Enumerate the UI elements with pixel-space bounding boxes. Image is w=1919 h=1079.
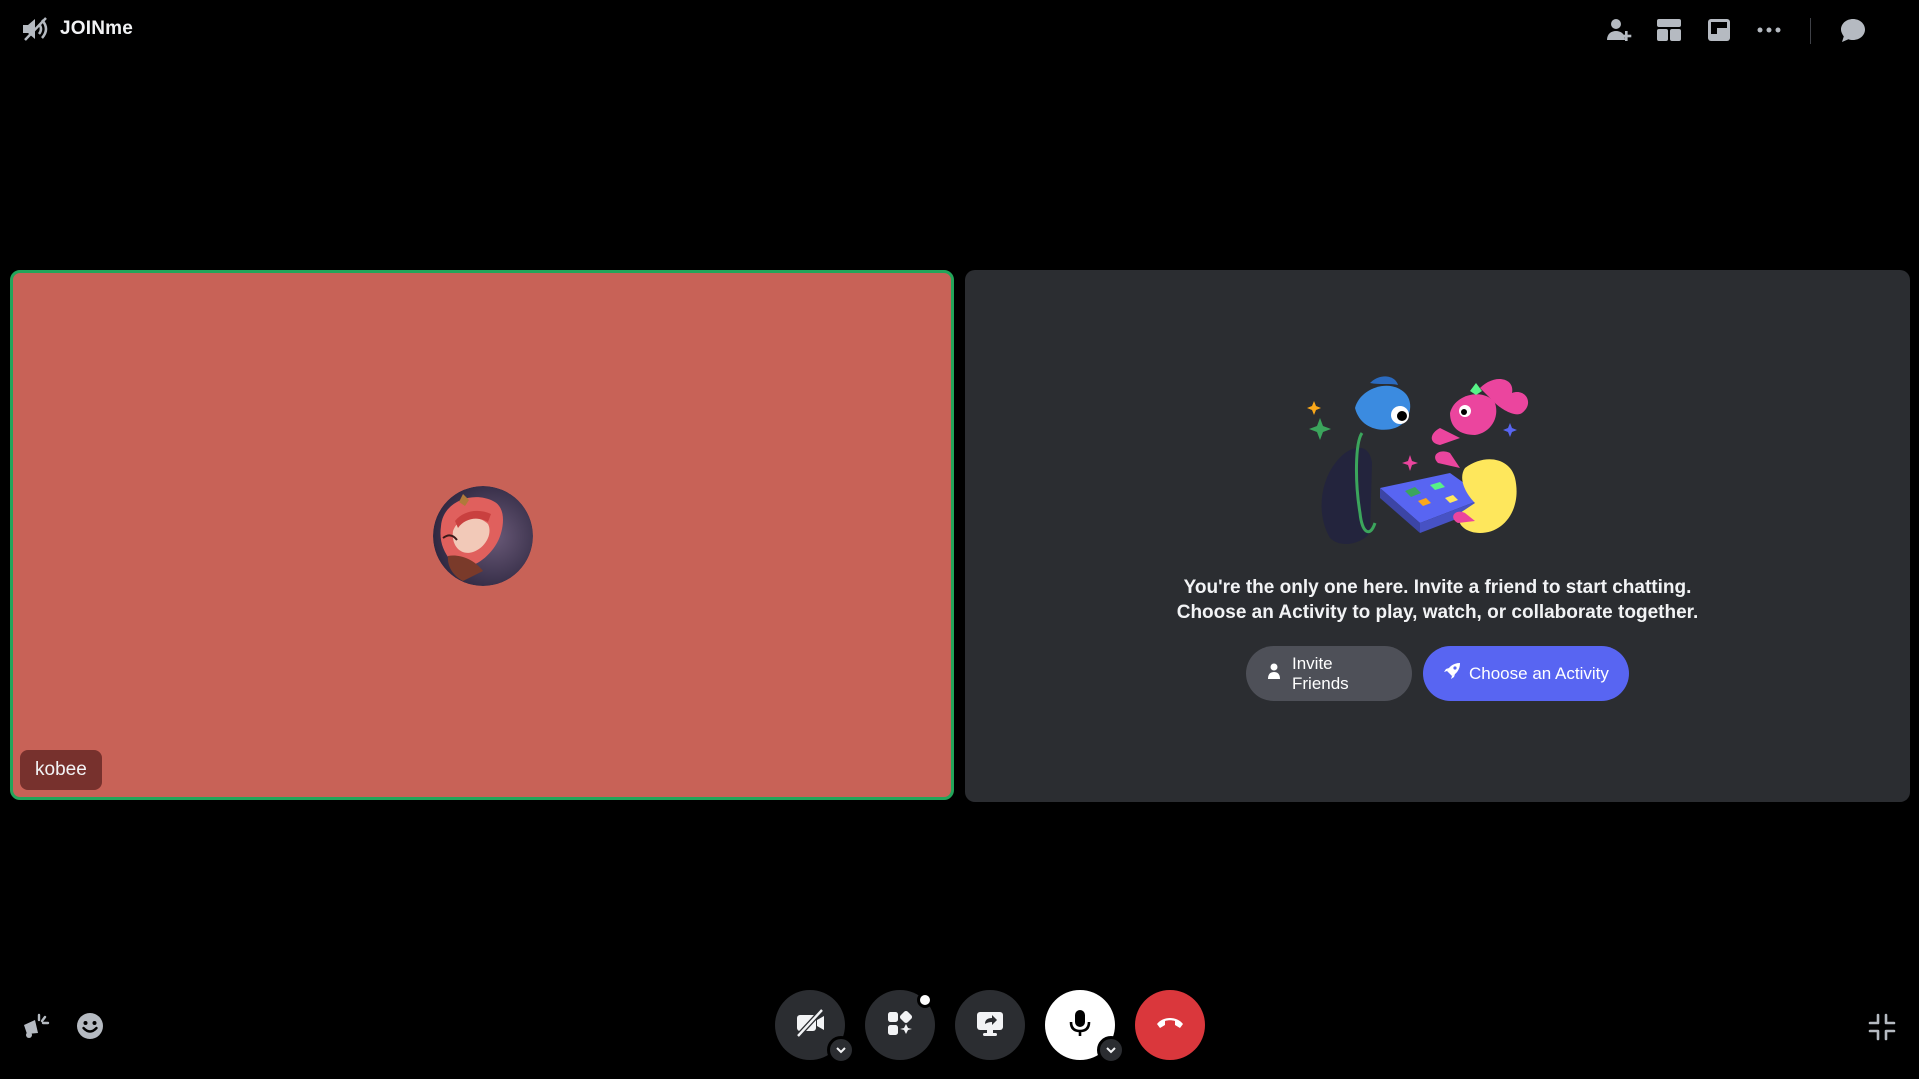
exit-fullscreen-icon[interactable]: [1865, 1010, 1899, 1044]
activities-button[interactable]: [865, 990, 935, 1060]
more-options-icon[interactable]: [1749, 10, 1789, 50]
header-divider: [1810, 18, 1811, 44]
activities-icon: [884, 1007, 916, 1044]
call-controls: [0, 990, 1919, 1064]
empty-state-line-1: You're the only one here. Invite a frien…: [1183, 577, 1692, 598]
popout-icon[interactable]: [1699, 10, 1739, 50]
header-actions: [1599, 10, 1919, 50]
notification-dot: [917, 992, 933, 1008]
microphone-button[interactable]: [1045, 990, 1125, 1064]
choose-activity-button[interactable]: Choose an Activity: [1423, 646, 1629, 701]
microphone-icon: [1064, 1007, 1096, 1044]
screen-share-button[interactable]: [955, 990, 1025, 1060]
invite-user-icon: [1266, 662, 1284, 685]
disconnect-button[interactable]: [1135, 990, 1205, 1060]
add-user-icon[interactable]: [1599, 10, 1639, 50]
activity-illustration: [1300, 373, 1560, 553]
participant-name: kobee: [35, 759, 87, 780]
hang-up-icon: [1154, 1007, 1186, 1044]
call-header: JOINme: [0, 0, 1919, 60]
empty-state-actions: Invite Friends Choose an Activity: [1246, 646, 1629, 701]
chat-icon[interactable]: [1833, 10, 1873, 50]
camera-off-icon: [794, 1007, 826, 1044]
camera-toggle-button[interactable]: [775, 990, 855, 1064]
rocket-icon: [1443, 662, 1461, 685]
participant-tile[interactable]: kobee: [10, 270, 954, 800]
empty-state-line-2: Choose an Activity to play, watch, or co…: [1176, 602, 1699, 623]
layout-icon[interactable]: [1649, 10, 1689, 50]
participant-name-tag: kobee: [20, 750, 102, 790]
speaker-muted-icon: [20, 14, 50, 44]
choose-activity-label: Choose an Activity: [1469, 663, 1609, 683]
camera-options-caret[interactable]: [827, 1036, 855, 1064]
avatar: [433, 486, 533, 586]
channel-name: JOINme: [60, 18, 134, 39]
invite-friends-button[interactable]: Invite Friends: [1246, 646, 1412, 701]
invite-friends-label: Invite Friends: [1292, 653, 1349, 693]
empty-call-tile: You're the only one here. Invite a frien…: [965, 270, 1910, 802]
microphone-options-caret[interactable]: [1097, 1036, 1125, 1064]
screen-share-icon: [974, 1007, 1006, 1044]
